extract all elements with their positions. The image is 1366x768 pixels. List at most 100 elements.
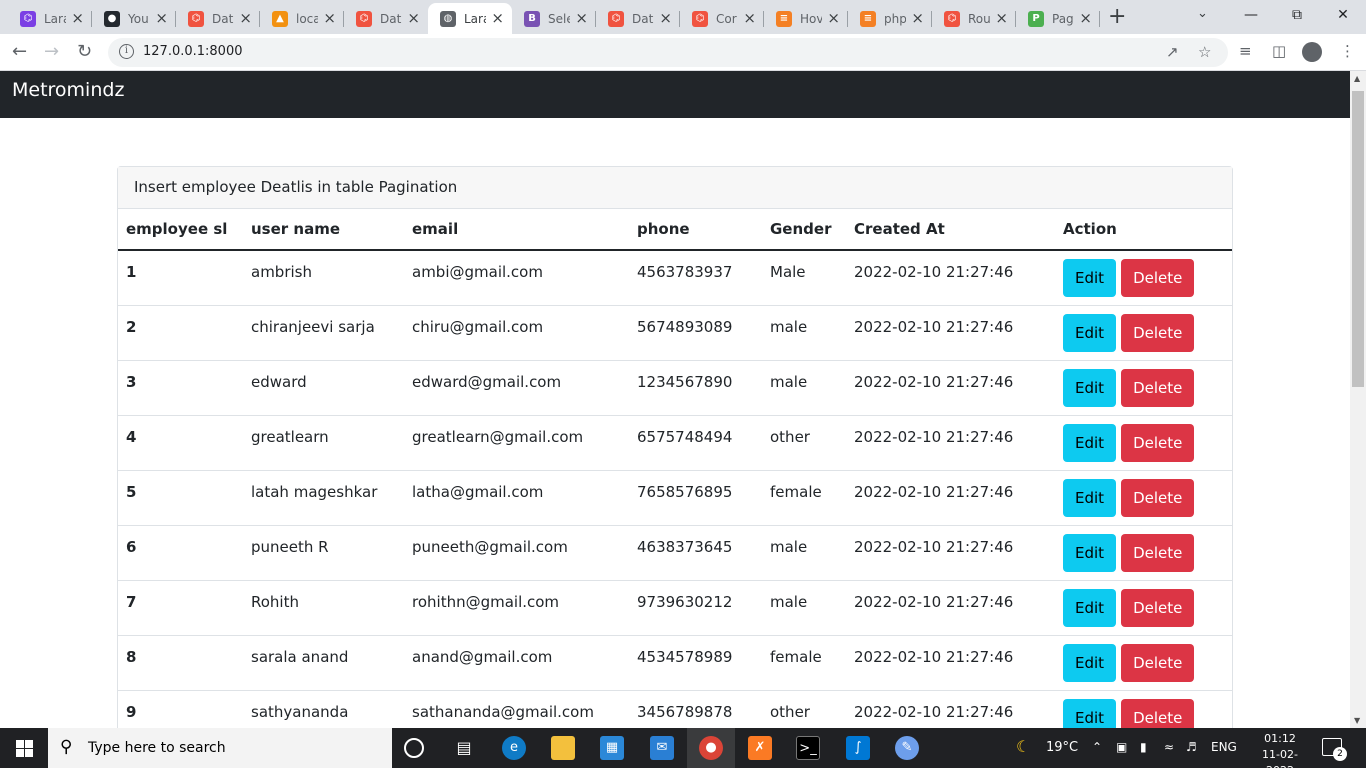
scrollbar-thumb[interactable] xyxy=(1352,91,1364,387)
side-panel-icon[interactable]: ◫ xyxy=(1272,42,1286,60)
browser-tab[interactable]: ≡ php × xyxy=(848,3,932,34)
site-info-icon[interactable]: i xyxy=(119,44,134,59)
close-tab-icon[interactable]: × xyxy=(239,10,252,26)
page-scrollbar[interactable]: ▲ ▼ xyxy=(1350,71,1366,728)
close-tab-icon[interactable]: × xyxy=(407,10,420,26)
browser-tab-strip: + ⌄ — ⧉ ✕ ⌬ Lara × ● You × ⌬ Dat × ▲ loca × ⌬ Dat × ◍ La… xyxy=(0,0,1366,34)
laravel-icon: ⌬ xyxy=(608,10,624,27)
globe-icon: ◍ xyxy=(440,10,456,27)
cortana-icon[interactable] xyxy=(404,738,424,758)
edit-button[interactable]: Edit xyxy=(1063,368,1117,407)
employee-table: employee sl user name email phone Gender Crea… xyxy=(118,209,1232,728)
close-tab-icon[interactable]: × xyxy=(911,10,924,26)
microsoft-store-icon[interactable]: ▦ xyxy=(600,736,624,760)
volume-icon[interactable]: ♬ xyxy=(1186,740,1197,754)
address-bar[interactable]: i 127.0.0.1:8000 ↗ ☆ xyxy=(108,38,1228,67)
delete-button[interactable]: Delete xyxy=(1121,313,1195,352)
close-window-icon[interactable]: ✕ xyxy=(1320,4,1366,26)
delete-button[interactable]: Delete xyxy=(1121,588,1195,627)
edge-icon[interactable]: e xyxy=(502,736,526,760)
weather-moon-icon[interactable]: ☾ xyxy=(1016,737,1030,756)
delete-button[interactable]: Delete xyxy=(1121,259,1195,297)
close-tab-icon[interactable]: × xyxy=(995,10,1008,26)
tray-device-icon[interactable]: ▣ xyxy=(1116,740,1127,754)
reading-list-icon[interactable]: ≡ xyxy=(1239,42,1252,60)
delete-button[interactable]: Delete xyxy=(1121,423,1195,462)
browser-tab[interactable]: ≡ Hov × xyxy=(764,3,848,34)
taskbar-search-box[interactable]: ⚲ Type here to search xyxy=(48,728,392,768)
profile-avatar-icon[interactable] xyxy=(1302,42,1322,62)
notification-center-icon[interactable]: 2 xyxy=(1322,738,1347,761)
windows-start-icon[interactable] xyxy=(0,728,48,768)
close-tab-icon[interactable]: × xyxy=(827,10,840,26)
browser-tab[interactable]: ⌬ Rou × xyxy=(932,3,1016,34)
restore-icon[interactable]: ⧉ xyxy=(1274,4,1320,26)
battery-icon[interactable]: ▮ xyxy=(1140,740,1147,754)
minimize-icon[interactable]: — xyxy=(1228,4,1274,26)
taskbar-clock[interactable]: 01:12 11-02-2022 xyxy=(1252,731,1308,768)
delete-button[interactable]: Delete xyxy=(1121,698,1195,728)
cell-gender: male xyxy=(762,580,846,636)
terminal-icon[interactable]: >_ xyxy=(796,736,820,760)
browser-tab[interactable]: B Sele × xyxy=(512,3,596,34)
browser-tab[interactable]: ⌬ Cor × xyxy=(680,3,764,34)
file-explorer-icon[interactable] xyxy=(551,736,575,760)
delete-button[interactable]: Delete xyxy=(1121,533,1195,572)
task-view-icon[interactable]: ▤ xyxy=(452,736,476,760)
browser-tab[interactable]: ◍ Lara × xyxy=(428,3,512,34)
mail-icon[interactable]: ✉ xyxy=(650,736,674,760)
edit-button[interactable]: Edit xyxy=(1063,588,1117,627)
browser-tab[interactable]: ⌬ Lara × xyxy=(8,3,92,34)
browser-tab[interactable]: ● You × xyxy=(92,3,176,34)
scroll-up-arrow-icon[interactable]: ▲ xyxy=(1354,74,1360,83)
edit-button[interactable]: Edit xyxy=(1063,698,1117,728)
browser-tab[interactable]: ⌬ Dat × xyxy=(344,3,428,34)
edit-button[interactable]: Edit xyxy=(1063,313,1117,352)
browser-tab[interactable]: ▲ loca × xyxy=(260,3,344,34)
table-row: 4 greatlearn greatlearn@gmail.com 657574849… xyxy=(118,415,1232,471)
edit-button[interactable]: Edit xyxy=(1063,643,1117,682)
paint-icon[interactable]: ✎ xyxy=(895,736,919,760)
browser-tab[interactable]: ⌬ Dat × xyxy=(176,3,260,34)
new-tab-button[interactable]: + xyxy=(1108,6,1126,28)
edit-button[interactable]: Edit xyxy=(1063,423,1117,462)
edit-button[interactable]: Edit xyxy=(1063,533,1117,572)
cell-email: anand@gmail.com xyxy=(404,635,629,691)
cell-action: Edit Delete xyxy=(1055,305,1232,361)
back-arrow-icon[interactable]: ← xyxy=(12,40,27,64)
forward-arrow-icon[interactable]: → xyxy=(44,40,59,64)
weather-temp[interactable]: 19°C xyxy=(1046,740,1078,755)
wifi-icon[interactable]: ≈ xyxy=(1164,740,1174,754)
scroll-down-arrow-icon[interactable]: ▼ xyxy=(1354,716,1360,725)
vscode-icon[interactable]: ∫ xyxy=(846,736,870,760)
close-tab-icon[interactable]: × xyxy=(323,10,336,26)
browser-tab[interactable]: P Pag × xyxy=(1016,3,1100,34)
laravel-page-icon: P xyxy=(1028,10,1044,27)
reload-icon[interactable]: ↻ xyxy=(77,40,92,64)
menu-kebab-icon[interactable]: ⋮ xyxy=(1340,42,1355,60)
tray-chevron-icon[interactable]: ⌃ xyxy=(1092,740,1102,754)
close-tab-icon[interactable]: × xyxy=(575,10,588,26)
close-tab-icon[interactable]: × xyxy=(1079,10,1092,26)
navbar-brand[interactable]: Metromindz xyxy=(12,79,124,101)
edit-button[interactable]: Edit xyxy=(1063,259,1117,297)
close-tab-icon[interactable]: × xyxy=(155,10,168,26)
xampp-icon[interactable]: ✗ xyxy=(748,736,772,760)
delete-button[interactable]: Delete xyxy=(1121,368,1195,407)
close-tab-icon[interactable]: × xyxy=(491,10,504,26)
close-tab-icon[interactable]: × xyxy=(71,10,84,26)
tab-search-chevron-icon[interactable]: ⌄ xyxy=(1197,6,1208,21)
close-tab-icon[interactable]: × xyxy=(659,10,672,26)
address-url[interactable]: 127.0.0.1:8000 xyxy=(143,44,243,59)
language-indicator[interactable]: ENG xyxy=(1211,740,1237,754)
share-icon[interactable]: ↗ xyxy=(1166,43,1179,61)
cell-user-name: sathyananda xyxy=(243,690,404,728)
delete-button[interactable]: Delete xyxy=(1121,478,1195,517)
chrome-icon[interactable]: ● xyxy=(699,736,723,760)
cell-employee-sl: 1 xyxy=(118,250,243,306)
close-tab-icon[interactable]: × xyxy=(743,10,756,26)
edit-button[interactable]: Edit xyxy=(1063,478,1117,517)
delete-button[interactable]: Delete xyxy=(1121,643,1195,682)
browser-tab[interactable]: ⌬ Dat × xyxy=(596,3,680,34)
bookmark-star-icon[interactable]: ☆ xyxy=(1198,43,1211,61)
